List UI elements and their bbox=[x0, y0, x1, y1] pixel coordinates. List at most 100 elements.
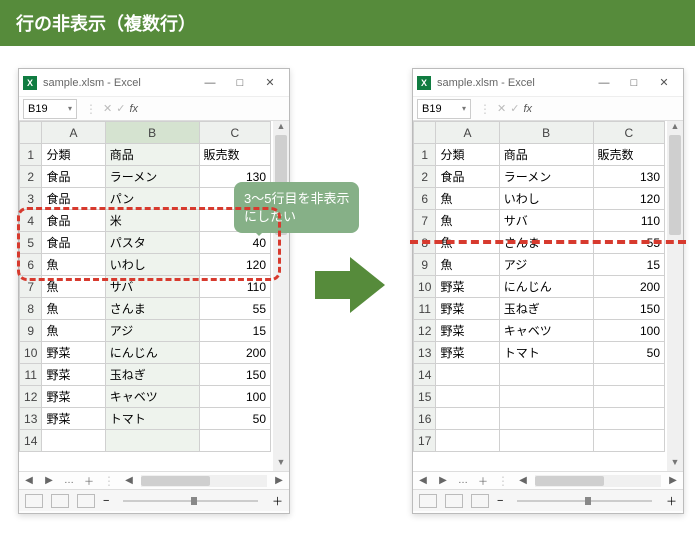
cell[interactable] bbox=[42, 430, 105, 452]
cell[interactable]: 食品 bbox=[42, 188, 105, 210]
cell[interactable]: 120 bbox=[593, 188, 664, 210]
cell[interactable]: パスタ bbox=[105, 232, 199, 254]
cell[interactable]: にんじん bbox=[105, 342, 199, 364]
table-row[interactable]: 16 bbox=[414, 408, 665, 430]
cell[interactable]: 野菜 bbox=[436, 342, 499, 364]
sheet-prev-icon[interactable]: ◀ bbox=[19, 475, 39, 486]
cell[interactable] bbox=[499, 430, 593, 452]
maximize-button[interactable]: □ bbox=[225, 73, 255, 93]
row-header-8[interactable]: 8 bbox=[414, 232, 436, 254]
cancel-formula-icon[interactable]: ✕ bbox=[103, 102, 112, 115]
cell[interactable] bbox=[436, 364, 499, 386]
chevron-down-icon[interactable]: ▾ bbox=[462, 104, 466, 113]
table-row[interactable]: 8魚さんま55 bbox=[20, 298, 271, 320]
row-header-11[interactable]: 11 bbox=[20, 364, 42, 386]
cell[interactable]: 50 bbox=[199, 408, 270, 430]
table-row[interactable]: 15 bbox=[414, 386, 665, 408]
accept-formula-icon[interactable]: ✓ bbox=[510, 102, 519, 115]
hscroll-right-icon[interactable]: ▶ bbox=[663, 475, 683, 486]
cell[interactable]: 魚 bbox=[42, 320, 105, 342]
zoom-slider[interactable] bbox=[517, 500, 652, 502]
cell[interactable] bbox=[436, 408, 499, 430]
row-header-10[interactable]: 10 bbox=[20, 342, 42, 364]
sheet-add-icon[interactable]: ＋ bbox=[473, 473, 493, 488]
table-row[interactable]: 12野菜キャベツ100 bbox=[414, 320, 665, 342]
table-row[interactable]: 11野菜玉ねぎ150 bbox=[414, 298, 665, 320]
hscroll-right-icon[interactable]: ▶ bbox=[269, 475, 289, 486]
column-header-B[interactable]: B bbox=[105, 122, 199, 144]
sheet-more-icon[interactable]: … bbox=[453, 475, 473, 486]
view-break-icon[interactable] bbox=[77, 494, 95, 508]
row-header-12[interactable]: 12 bbox=[20, 386, 42, 408]
cell[interactable]: 100 bbox=[199, 386, 270, 408]
scroll-up-icon[interactable]: ▲ bbox=[277, 121, 286, 135]
cell[interactable]: 魚 bbox=[42, 276, 105, 298]
sheet-next-icon[interactable]: ▶ bbox=[433, 475, 453, 486]
cell[interactable]: 分類 bbox=[436, 144, 499, 166]
table-row[interactable]: 5食品パスタ40 bbox=[20, 232, 271, 254]
cell[interactable]: 130 bbox=[593, 166, 664, 188]
table-row[interactable]: 13野菜トマト50 bbox=[20, 408, 271, 430]
horizontal-scrollbar[interactable] bbox=[535, 475, 661, 487]
cell[interactable]: 魚 bbox=[436, 210, 499, 232]
scroll-up-icon[interactable]: ▲ bbox=[671, 121, 680, 135]
cell[interactable]: 野菜 bbox=[436, 298, 499, 320]
table-row[interactable]: 12野菜キャベツ100 bbox=[20, 386, 271, 408]
row-header-14[interactable]: 14 bbox=[414, 364, 436, 386]
cell[interactable]: 野菜 bbox=[42, 342, 105, 364]
close-button[interactable]: ✕ bbox=[649, 73, 679, 93]
cell[interactable]: 魚 bbox=[436, 254, 499, 276]
cell[interactable]: 15 bbox=[199, 320, 270, 342]
cell[interactable] bbox=[105, 430, 199, 452]
cancel-formula-icon[interactable]: ✕ bbox=[497, 102, 506, 115]
vertical-scrollbar[interactable]: ▲ ▼ bbox=[667, 121, 683, 471]
row-header-13[interactable]: 13 bbox=[414, 342, 436, 364]
cell[interactable]: 分類 bbox=[42, 144, 105, 166]
row-header-16[interactable]: 16 bbox=[414, 408, 436, 430]
cell[interactable]: 55 bbox=[199, 298, 270, 320]
row-header-1[interactable]: 1 bbox=[414, 144, 436, 166]
cell[interactable] bbox=[593, 364, 664, 386]
name-box[interactable]: B19 ▾ bbox=[417, 99, 471, 119]
vertical-scrollbar[interactable]: ▲ ▼ bbox=[273, 121, 289, 471]
cell[interactable]: キャベツ bbox=[105, 386, 199, 408]
cell[interactable]: 商品 bbox=[499, 144, 593, 166]
view-layout-icon[interactable] bbox=[445, 494, 463, 508]
cell[interactable]: 50 bbox=[593, 342, 664, 364]
hscroll-left-icon[interactable]: ◀ bbox=[513, 475, 533, 486]
table-row[interactable]: 11野菜玉ねぎ150 bbox=[20, 364, 271, 386]
row-header-6[interactable]: 6 bbox=[414, 188, 436, 210]
view-break-icon[interactable] bbox=[471, 494, 489, 508]
sheet-add-icon[interactable]: ＋ bbox=[79, 473, 99, 488]
cell[interactable]: トマト bbox=[499, 342, 593, 364]
row-header-10[interactable]: 10 bbox=[414, 276, 436, 298]
row-header-5[interactable]: 5 bbox=[20, 232, 42, 254]
scroll-thumb[interactable] bbox=[669, 135, 681, 235]
spreadsheet-grid[interactable]: ABC1分類商品販売数2食品ラーメン1303食品パン804食品米605食品パスタ… bbox=[19, 121, 271, 452]
hscroll-left-icon[interactable]: ◀ bbox=[119, 475, 139, 486]
cell[interactable]: 55 bbox=[593, 232, 664, 254]
cell[interactable]: ラーメン bbox=[499, 166, 593, 188]
table-row[interactable]: 9魚アジ15 bbox=[414, 254, 665, 276]
cell[interactable]: 食品 bbox=[436, 166, 499, 188]
cell[interactable]: 野菜 bbox=[436, 320, 499, 342]
row-header-1[interactable]: 1 bbox=[20, 144, 42, 166]
table-row[interactable]: 10野菜にんじん200 bbox=[20, 342, 271, 364]
row-header-17[interactable]: 17 bbox=[414, 430, 436, 452]
scroll-down-icon[interactable]: ▼ bbox=[277, 457, 286, 471]
cell[interactable]: サバ bbox=[105, 276, 199, 298]
zoom-out-button[interactable]: − bbox=[103, 495, 109, 507]
cell[interactable]: アジ bbox=[105, 320, 199, 342]
column-header-C[interactable]: C bbox=[593, 122, 664, 144]
table-row[interactable]: 17 bbox=[414, 430, 665, 452]
cell[interactable]: 150 bbox=[199, 364, 270, 386]
zoom-slider[interactable] bbox=[123, 500, 258, 502]
row-header-13[interactable]: 13 bbox=[20, 408, 42, 430]
sheet-prev-icon[interactable]: ◀ bbox=[413, 475, 433, 486]
cell[interactable] bbox=[436, 430, 499, 452]
cell[interactable] bbox=[499, 408, 593, 430]
sheet-more-icon[interactable]: … bbox=[59, 475, 79, 486]
cell[interactable] bbox=[593, 408, 664, 430]
table-row[interactable]: 10野菜にんじん200 bbox=[414, 276, 665, 298]
cell[interactable] bbox=[499, 364, 593, 386]
